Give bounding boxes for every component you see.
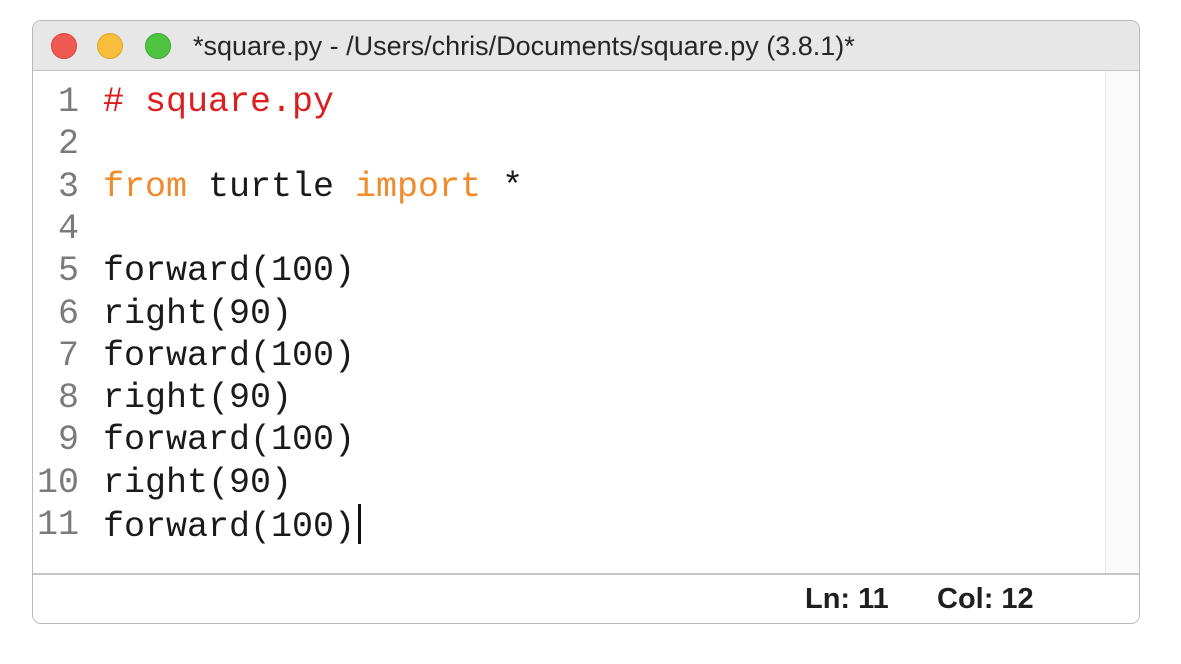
line-number: 9 — [57, 420, 79, 461]
column-indicator: Col: 12 — [937, 583, 1034, 615]
line-number: 8 — [57, 378, 79, 419]
code-line[interactable]: 10 right(90) — [33, 462, 1105, 504]
code-line[interactable]: 1 # square.py — [33, 81, 1105, 123]
code-text[interactable]: from turtle import * — [103, 166, 523, 208]
code-token-plain: forward(100) — [103, 420, 356, 461]
line-number: 2 — [57, 124, 79, 165]
window-title: *square.py - /Users/chris/Documents/squa… — [193, 31, 855, 61]
code-text[interactable]: forward(100) — [103, 335, 355, 377]
code-token-plain: right(90) — [103, 378, 293, 419]
code-line[interactable]: 8 right(90) — [33, 377, 1105, 419]
code-token-plain: turtle — [187, 166, 356, 207]
minimize-button[interactable] — [97, 33, 123, 59]
editor-window: *square.py - /Users/chris/Documents/squa… — [32, 20, 1140, 624]
code-token-plain: * — [481, 166, 524, 207]
code-token-plain: right(90) — [103, 462, 293, 503]
code-line[interactable]: 4 — [33, 208, 1105, 250]
zoom-button[interactable] — [145, 33, 171, 59]
code-text[interactable]: right(90) — [103, 293, 292, 335]
code-text[interactable]: forward(100) — [103, 250, 355, 292]
code-text[interactable]: right(90) — [103, 377, 292, 419]
code-text[interactable]: # square.py — [103, 81, 334, 123]
line-indicator: Ln: 11 — [805, 583, 889, 615]
line-number: 6 — [57, 293, 79, 334]
code-editor[interactable]: 1 # square.py 2 3 from turtle import * 4 5 forw… — [33, 71, 1105, 573]
code-text[interactable]: right(90) — [103, 462, 292, 504]
title-bar[interactable]: *square.py - /Users/chris/Documents/squa… — [33, 21, 1139, 71]
line-number: 7 — [57, 335, 79, 376]
code-token-keyword: from — [103, 166, 188, 207]
code-token-plain: forward(100) — [103, 507, 356, 547]
code-token-plain: forward(100) — [103, 251, 356, 292]
line-number: 1 — [57, 82, 79, 122]
code-token-comment: # square.py — [103, 82, 335, 122]
code-line[interactable]: 2 — [33, 123, 1105, 165]
code-token-plain: right(90) — [103, 293, 293, 334]
code-token-plain: forward(100) — [103, 335, 356, 376]
code-line[interactable]: 5 forward(100) — [33, 250, 1105, 292]
code-line[interactable]: 11 forward(100) — [33, 504, 1105, 548]
line-number: 11 — [36, 505, 79, 545]
vertical-scrollbar[interactable] — [1105, 71, 1139, 573]
line-number: 4 — [57, 208, 79, 249]
text-cursor — [358, 504, 362, 544]
line-number: 10 — [36, 462, 79, 503]
status-bar: Ln: 11 Col: 12 — [33, 573, 1139, 623]
close-button[interactable] — [51, 33, 77, 59]
line-number: 5 — [57, 251, 79, 292]
code-text[interactable]: forward(100) — [103, 419, 355, 461]
code-line[interactable]: 3 from turtle import * — [33, 166, 1105, 208]
line-number: 3 — [57, 166, 79, 207]
code-token-keyword: import — [355, 166, 482, 207]
code-line[interactable]: 9 forward(100) — [33, 419, 1105, 461]
code-line[interactable]: 6 right(90) — [33, 293, 1105, 335]
code-text[interactable]: forward(100) — [103, 504, 362, 548]
code-line[interactable]: 7 forward(100) — [33, 335, 1105, 377]
